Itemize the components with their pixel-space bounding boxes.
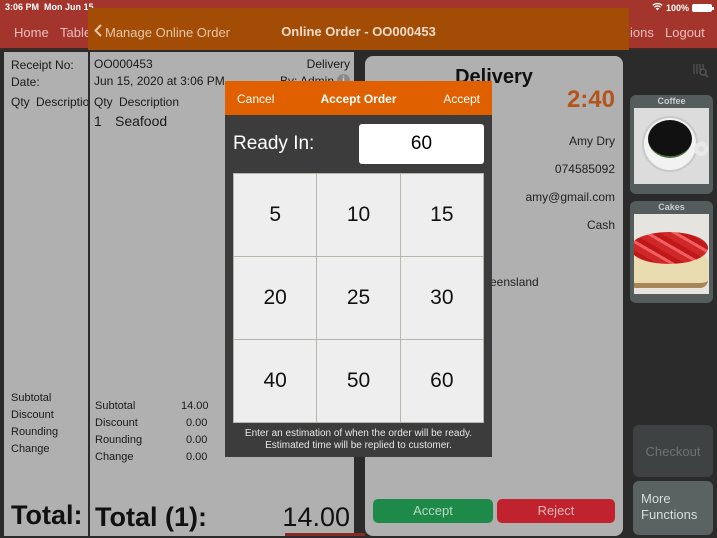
back-label: Manage Online Order: [105, 24, 231, 40]
cake-icon: [634, 214, 709, 294]
desc-label: Descriptio: [36, 95, 88, 109]
keypad-button[interactable]: 50: [317, 340, 400, 422]
change-label: Change: [95, 451, 134, 463]
subtotal-label: Subtotal: [95, 400, 136, 412]
wifi-icon: [652, 2, 663, 13]
total-label: Total:: [11, 500, 83, 530]
keypad-button[interactable]: 15: [400, 174, 483, 256]
receipt-number: OO000453: [94, 57, 153, 71]
change-value: 0.00: [186, 451, 208, 463]
category-tile-coffee[interactable]: Coffee: [630, 95, 713, 194]
hint-line-1: Enter an estimation of when the order wi…: [244, 428, 473, 439]
rounding-value: 0.00: [186, 434, 208, 446]
payment-method: Cash: [586, 218, 615, 232]
category-tile-cakes[interactable]: Cakes: [630, 201, 713, 303]
nav-functions[interactable]: ions: [630, 25, 654, 40]
customer-address: eensland: [490, 275, 539, 289]
battery-percent: 100%: [665, 2, 689, 13]
chevron-left-icon: [94, 24, 102, 40]
order-date: Jun 15, 2020 at 3:06 PM: [94, 74, 225, 88]
accept-order-button[interactable]: Accept: [373, 499, 493, 523]
date-label: Date:: [11, 75, 40, 89]
accept-order-dialog: Accept Order Cancel Accept Ready In: 60 …: [225, 81, 492, 457]
total-count-label: Total (1):: [95, 502, 207, 532]
ready-in-input[interactable]: 60: [359, 124, 484, 164]
keypad-button[interactable]: 5: [234, 174, 317, 256]
coffee-cup-icon: [634, 108, 709, 184]
status-right: 100%: [652, 2, 714, 13]
online-order-header: Online Order - OO000453 Manage Online Or…: [88, 8, 629, 50]
total-amount: 14.00: [282, 502, 350, 532]
order-timer: 2:40: [566, 86, 615, 113]
change-label: Change: [11, 443, 50, 455]
keypad-button[interactable]: 30: [400, 257, 483, 339]
customer-email: amy@gmail.com: [525, 190, 615, 204]
keypad-button[interactable]: 40: [234, 340, 317, 422]
time-keypad: 5 10 15 20 25 30 40 50 60: [233, 173, 484, 423]
subtotal-value: 14.00: [181, 400, 209, 412]
back-button[interactable]: Manage Online Order: [94, 24, 230, 40]
order-type: Delivery: [306, 57, 350, 71]
keypad-button[interactable]: 60: [400, 340, 483, 422]
keypad-button[interactable]: 10: [317, 174, 400, 256]
nav-table[interactable]: Table: [60, 25, 91, 40]
dialog-cancel-button[interactable]: Cancel: [237, 92, 274, 106]
ready-in-label: Ready In:: [233, 133, 315, 154]
clock-time: 3:06 PM: [5, 2, 40, 12]
receipt-background: Receipt No: Date: Qty Descriptio Subtota…: [4, 52, 88, 536]
qty-header: Qty: [94, 95, 113, 109]
divider: [285, 533, 365, 536]
dialog-accept-button[interactable]: Accept: [443, 92, 480, 106]
clock-date: Mon Jun 15: [44, 2, 94, 12]
hint-line-2: Estimated time will be replied to custom…: [265, 440, 452, 451]
description-header: Description: [119, 95, 180, 109]
checkout-button[interactable]: Checkout: [633, 425, 713, 477]
nav-home[interactable]: Home: [14, 25, 49, 40]
receipt-no-label: Receipt No:: [11, 58, 74, 72]
more-functions-button[interactable]: More Functions: [633, 481, 713, 535]
item-qty: 1: [94, 113, 102, 129]
category-label: Coffee: [657, 96, 686, 106]
rounding-label: Rounding: [95, 434, 143, 446]
keypad-button[interactable]: 25: [317, 257, 400, 339]
discount-label: Discount: [11, 409, 54, 421]
barcode-search-icon[interactable]: [692, 62, 710, 83]
discount-value: 0.00: [186, 417, 208, 429]
status-time: 3:06 PM Mon Jun 15: [5, 2, 94, 12]
discount-label: Discount: [95, 417, 138, 429]
item-description: Seafood: [115, 113, 168, 129]
battery-icon: [692, 3, 714, 12]
dialog-hint: Enter an estimation of when the order wi…: [225, 428, 492, 452]
subtotal-label: Subtotal: [11, 392, 52, 404]
qty-label: Qty: [11, 95, 30, 109]
rounding-label: Rounding: [11, 426, 59, 438]
category-label: Cakes: [658, 202, 685, 212]
nav-logout[interactable]: Logout: [665, 25, 705, 40]
customer-phone: 074585092: [554, 162, 615, 176]
keypad-button[interactable]: 20: [234, 257, 317, 339]
dialog-header: Accept Order Cancel Accept: [225, 81, 492, 115]
reject-order-button[interactable]: Reject: [497, 499, 615, 523]
customer-name: Amy Dry: [569, 134, 615, 148]
